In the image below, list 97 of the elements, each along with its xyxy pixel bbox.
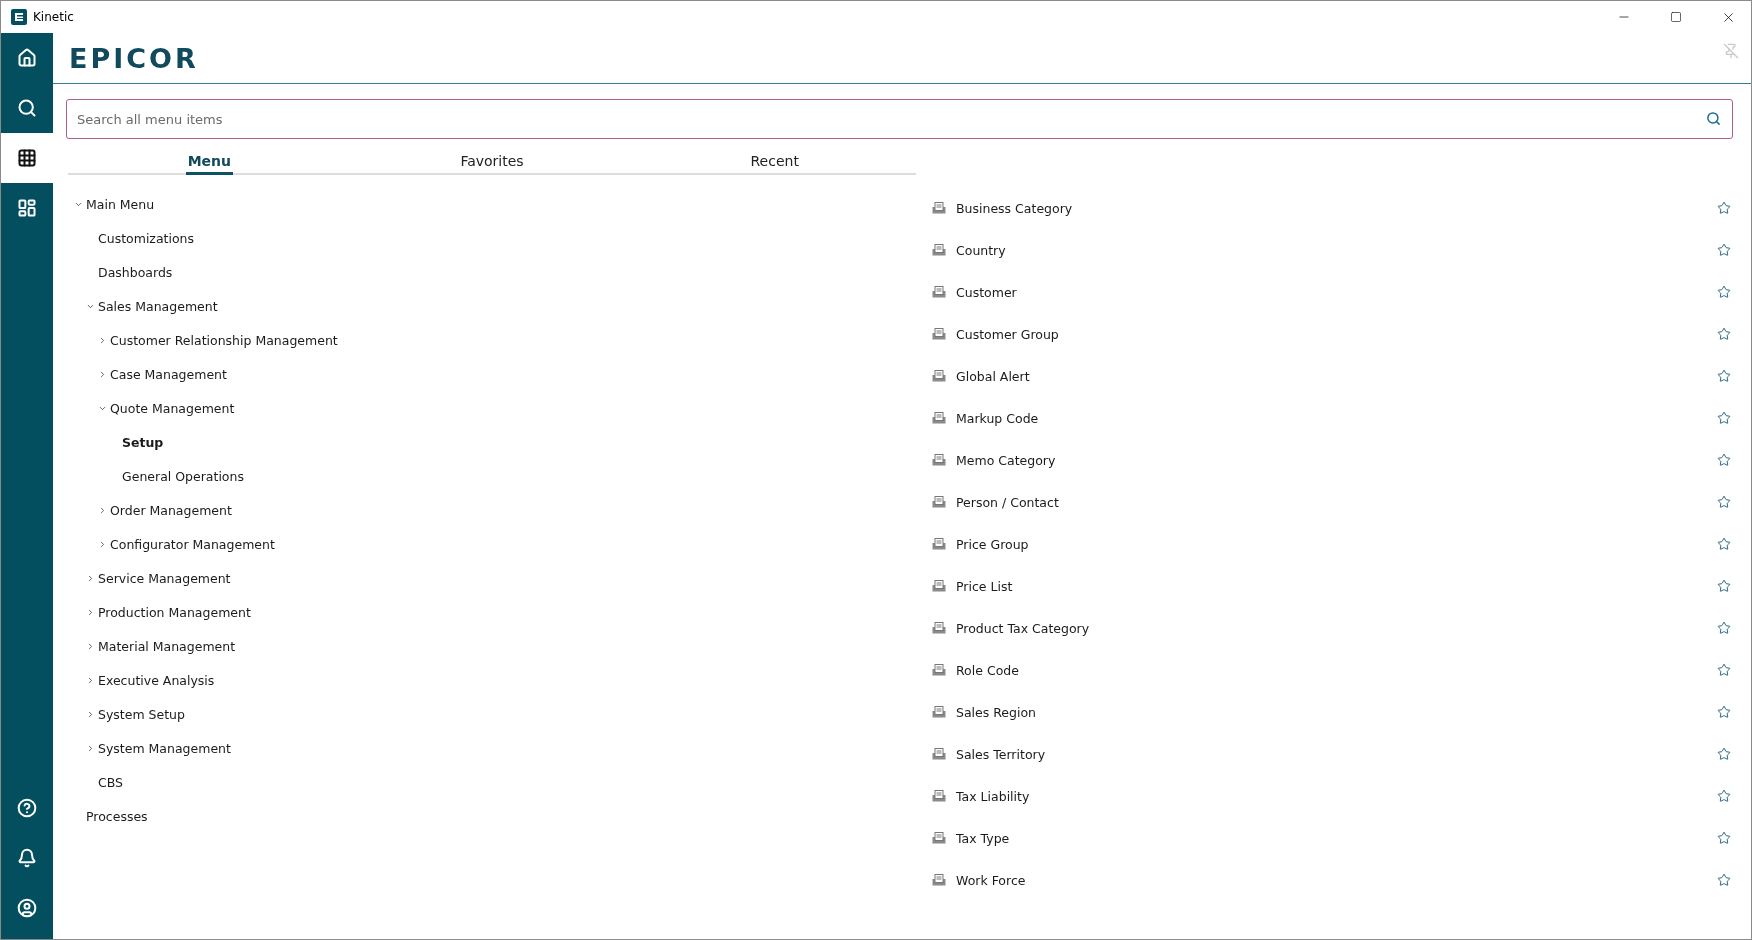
menu-item-link[interactable]: Price List: [956, 578, 1717, 594]
menu-tree-item[interactable]: Production Management: [98, 604, 251, 620]
menu-tree-item[interactable]: Executive Analysis: [98, 672, 215, 688]
chevron-right-icon[interactable]: [86, 743, 95, 753]
menu-item-link[interactable]: Tax Type: [956, 830, 1717, 846]
menu-item-link[interactable]: Customer: [956, 284, 1717, 300]
document-icon: [932, 580, 946, 592]
favorite-star-icon[interactable]: [1717, 411, 1731, 425]
search-icon[interactable]: [1706, 111, 1721, 126]
menu-item-link[interactable]: Sales Territory: [956, 746, 1717, 762]
menu-tree-item[interactable]: Service Management: [98, 570, 231, 586]
maximize-icon: [1670, 11, 1682, 23]
menu-tree-item[interactable]: Main Menu: [86, 196, 155, 212]
window-title: Kinetic: [33, 10, 75, 24]
help-icon: [17, 798, 37, 818]
menu-tree-item[interactable]: Setup: [122, 434, 164, 450]
menu-tree-item[interactable]: Case Management: [110, 366, 227, 382]
chevron-right-icon[interactable]: [86, 675, 95, 685]
favorite-star-icon[interactable]: [1717, 621, 1731, 635]
document-icon: [932, 412, 946, 424]
favorite-star-icon[interactable]: [1717, 831, 1731, 845]
grid-icon: [17, 148, 37, 168]
favorite-star-icon[interactable]: [1717, 327, 1731, 341]
search-icon: [17, 98, 37, 118]
bell-icon: [17, 848, 37, 868]
favorite-star-icon[interactable]: [1717, 873, 1731, 887]
menu-tree-item[interactable]: Customizations: [98, 230, 195, 246]
grid-button[interactable]: [1, 133, 53, 183]
favorite-star-icon[interactable]: [1717, 369, 1731, 383]
menu-tree-item[interactable]: Material Management: [98, 638, 236, 654]
menu-item-link[interactable]: Customer Group: [956, 326, 1717, 342]
favorite-star-icon[interactable]: [1717, 285, 1731, 299]
favorite-star-icon[interactable]: [1717, 453, 1731, 467]
app-logo-icon: [11, 9, 27, 25]
company-logo: EPICOR: [69, 42, 199, 74]
tab[interactable]: Favorites: [458, 149, 526, 175]
favorite-star-icon[interactable]: [1717, 201, 1731, 215]
favorite-star-icon[interactable]: [1717, 705, 1731, 719]
search-field[interactable]: Search all menu items: [66, 99, 1733, 139]
home-icon: [17, 48, 37, 68]
menu-tree-item[interactable]: Order Management: [110, 502, 232, 518]
menu-tree-item[interactable]: Sales Management: [98, 298, 218, 314]
user-icon: [17, 898, 37, 918]
favorite-star-icon[interactable]: [1717, 537, 1731, 551]
menu-item-link[interactable]: Role Code: [956, 662, 1717, 678]
chevron-right-icon[interactable]: [98, 335, 107, 345]
menu-item-link[interactable]: Tax Liability: [956, 788, 1717, 804]
menu-item-link[interactable]: Sales Region: [956, 704, 1717, 720]
document-icon: [932, 454, 946, 466]
menu-tree-item[interactable]: General Operations: [122, 468, 244, 484]
menu-item-link[interactable]: Business Category: [956, 200, 1717, 216]
document-icon: [932, 874, 946, 886]
document-icon: [932, 370, 946, 382]
document-icon: [932, 664, 946, 676]
menu-tree-item[interactable]: System Management: [98, 740, 231, 756]
document-icon: [932, 496, 946, 508]
favorite-star-icon[interactable]: [1717, 747, 1731, 761]
menu-item-link[interactable]: Global Alert: [956, 368, 1717, 384]
chevron-right-icon[interactable]: [86, 641, 95, 651]
chevron-right-icon[interactable]: [86, 709, 95, 719]
menu-tree-item[interactable]: Customer Relationship Management: [110, 332, 338, 348]
favorite-star-icon[interactable]: [1717, 663, 1731, 677]
tab[interactable]: Recent: [748, 149, 801, 175]
tab[interactable]: Menu: [185, 149, 233, 175]
document-icon: [932, 244, 946, 256]
favorite-star-icon[interactable]: [1717, 789, 1731, 803]
menu-item-link[interactable]: Markup Code: [956, 410, 1717, 426]
document-icon: [932, 286, 946, 298]
menu-item-link[interactable]: Price Group: [956, 536, 1717, 552]
favorite-star-icon[interactable]: [1717, 243, 1731, 257]
document-icon: [932, 538, 946, 550]
favorite-star-icon[interactable]: [1717, 579, 1731, 593]
document-icon: [932, 202, 946, 214]
document-icon: [932, 832, 946, 844]
document-icon: [932, 328, 946, 340]
menu-tree-item[interactable]: CBS: [98, 774, 124, 790]
menu-item-link[interactable]: Memo Category: [956, 452, 1717, 468]
menu-item-link[interactable]: Product Tax Category: [956, 620, 1717, 636]
chevron-right-icon[interactable]: [98, 369, 107, 379]
menu-tree-item[interactable]: Dashboards: [98, 264, 173, 280]
menu-tree-item[interactable]: Processes: [86, 808, 148, 824]
menu-tree-item[interactable]: System Setup: [98, 706, 185, 722]
document-icon: [932, 748, 946, 760]
chevron-right-icon[interactable]: [86, 607, 95, 617]
dashboard-icon: [17, 198, 37, 218]
document-icon: [932, 706, 946, 718]
document-icon: [932, 622, 946, 634]
favorite-star-icon[interactable]: [1717, 495, 1731, 509]
menu-item-link[interactable]: Work Force: [956, 872, 1717, 888]
menu-item-link[interactable]: Country: [956, 242, 1717, 258]
chevron-right-icon[interactable]: [98, 539, 107, 549]
chevron-right-icon[interactable]: [98, 505, 107, 515]
menu-tree-item[interactable]: Configurator Management: [110, 536, 275, 552]
chevron-right-icon[interactable]: [86, 573, 95, 583]
menu-tree-item[interactable]: Quote Management: [110, 400, 235, 416]
menu-item-link[interactable]: Person / Contact: [956, 494, 1717, 510]
document-icon: [932, 790, 946, 802]
